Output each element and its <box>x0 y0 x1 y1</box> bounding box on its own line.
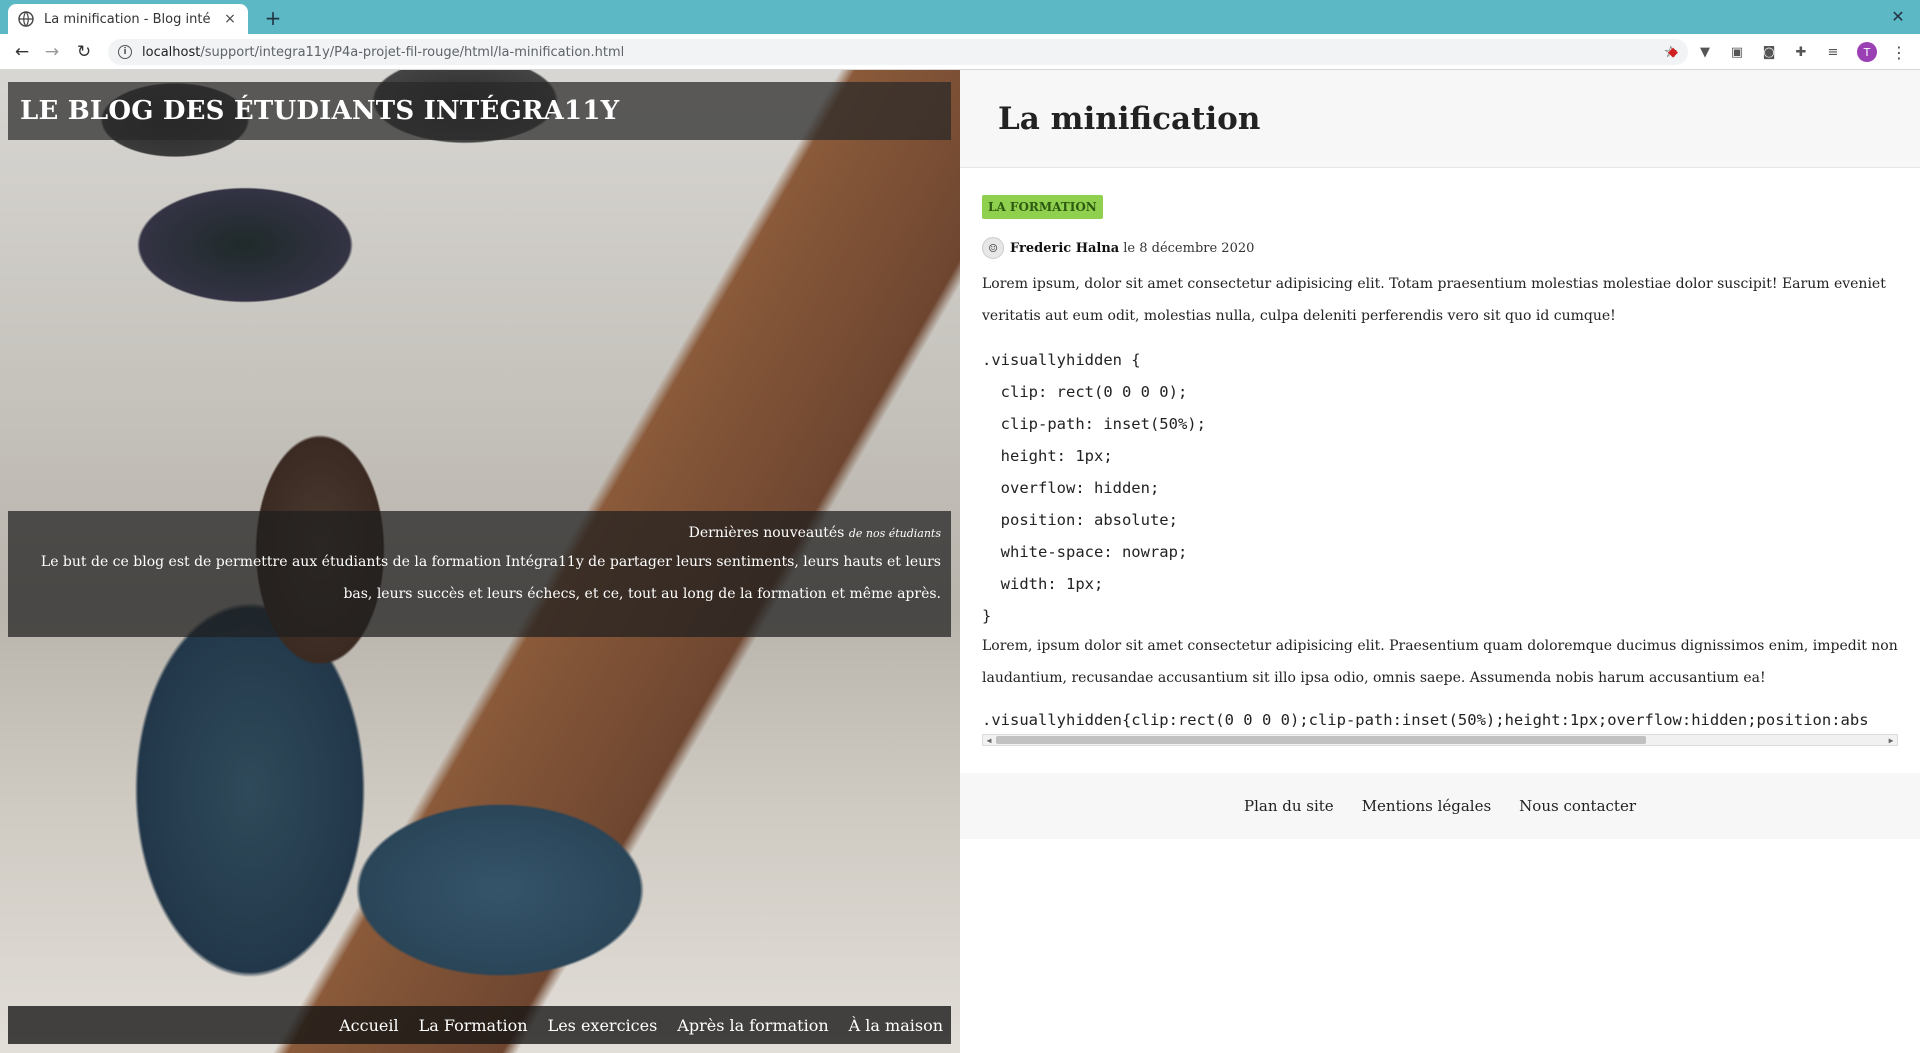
scroll-left-icon[interactable]: ◀ <box>983 735 995 745</box>
puzzle-icon[interactable]: ✚ <box>1792 43 1810 61</box>
nav-link-accueil[interactable]: Accueil <box>339 1016 398 1035</box>
footer-link-mentions-legales[interactable]: Mentions légales <box>1362 797 1491 815</box>
code-line: clip-path: inset(50%); <box>982 415 1206 433</box>
profile-avatar[interactable]: T <box>1857 42 1877 62</box>
article-title: La minification <box>998 100 1261 137</box>
article: La minification LA FORMATION ☺ Frederic … <box>960 70 1920 1053</box>
hero-caption: Dernières nouveautés de nos étudiants Le… <box>8 511 951 637</box>
window-close-icon[interactable]: ✕ <box>1888 6 1908 26</box>
author-name: Frederic Halna <box>1010 240 1120 256</box>
code-block: .visuallyhidden { clip: rect(0 0 0 0); c… <box>982 344 1898 632</box>
code-line: overflow: hidden; <box>982 479 1160 497</box>
camera-icon[interactable]: ◙ <box>1760 43 1778 61</box>
author-avatar: ☺ <box>982 237 1004 259</box>
caption-body: Le but de ce blog est de permettre aux é… <box>40 554 941 602</box>
site-header: LE BLOG DES ÉTUDIANTS INTÉGRA11Y <box>8 82 951 140</box>
site-footer: Plan du site Mentions légales Nous conta… <box>960 773 1920 839</box>
back-icon[interactable]: ← <box>10 41 34 63</box>
article-paragraph-2: Lorem, ipsum dolor sit amet consectetur … <box>982 638 1898 686</box>
url-path: /support/integra11y/P4a-projet-fil-rouge… <box>200 44 625 60</box>
site-info-icon[interactable]: i <box>118 45 132 59</box>
browser-tab-bar: La minification - Blog inté × + ✕ <box>0 0 1920 34</box>
nav-link-apres-la-formation[interactable]: Après la formation <box>677 1016 828 1035</box>
reload-icon[interactable]: ↻ <box>72 41 96 63</box>
hero-image: LE BLOG DES ÉTUDIANTS INTÉGRA11Y Dernièr… <box>0 70 960 1053</box>
footer-link-nous-contacter[interactable]: Nous contacter <box>1519 797 1636 815</box>
caption-emphasis: de nos étudiants <box>848 527 941 540</box>
blog-title[interactable]: LE BLOG DES ÉTUDIANTS INTÉGRA11Y <box>20 96 619 126</box>
minified-code: .visuallyhidden{clip:rect(0 0 0 0);clip-… <box>982 711 1869 729</box>
url-host: localhost <box>142 44 201 60</box>
nav-link-a-la-maison[interactable]: À la maison <box>849 1016 943 1035</box>
tab-title: La minification - Blog inté <box>44 11 211 27</box>
category-tag[interactable]: LA FORMATION <box>982 195 1103 219</box>
browser-menu-icon[interactable]: ⋮ <box>1891 42 1907 62</box>
browser-tab[interactable]: La minification - Blog inté × <box>8 4 248 34</box>
nav-link-la-formation[interactable]: La Formation <box>419 1016 528 1035</box>
code-line: } <box>982 607 992 625</box>
address-bar[interactable]: i localhost/support/integra11y/P4a-proje… <box>108 39 1688 65</box>
code-line: .visuallyhidden { <box>982 351 1141 369</box>
new-tab-button[interactable]: + <box>260 6 286 30</box>
horizontal-scrollbar[interactable]: ◀ ▶ <box>982 734 1898 746</box>
author-row: ☺ Frederic Halna le 8 décembre 2020 <box>982 236 1254 260</box>
scrollbar-thumb[interactable] <box>996 736 1646 744</box>
tab-close-icon[interactable]: × <box>222 11 238 27</box>
caption-heading: Dernières nouveautés de nos étudiants <box>22 523 941 544</box>
code-line: white-space: nowrap; <box>982 543 1188 561</box>
code-line: width: 1px; <box>982 575 1104 593</box>
code-line: position: absolute; <box>982 511 1178 529</box>
globe-icon <box>18 11 34 27</box>
article-paragraph-1: Lorem ipsum, dolor sit amet consectetur … <box>982 276 1886 324</box>
code-line: height: 1px; <box>982 447 1113 465</box>
extension-red-icon[interactable]: ◆ <box>1664 43 1682 61</box>
main-nav: Accueil La Formation Les exercices Après… <box>8 1006 951 1044</box>
scroll-right-icon[interactable]: ▶ <box>1885 735 1897 745</box>
forward-icon[interactable]: → <box>40 41 64 63</box>
browser-toolbar: ← → ↻ i localhost/support/integra11y/P4a… <box>0 34 1920 70</box>
caption-heading-text: Dernières nouveautés <box>688 525 845 541</box>
page: LE BLOG DES ÉTUDIANTS INTÉGRA11Y Dernièr… <box>0 70 1920 1053</box>
media-queue-icon[interactable]: ≡ <box>1824 43 1842 61</box>
article-header: La minification <box>960 70 1920 168</box>
minified-code-block[interactable]: .visuallyhidden{clip:rect(0 0 0 0);clip-… <box>982 704 1898 748</box>
extension-v-icon[interactable]: ▼ <box>1696 43 1714 61</box>
code-line: clip: rect(0 0 0 0); <box>982 383 1188 401</box>
nav-link-les-exercices[interactable]: Les exercices <box>548 1016 658 1035</box>
extension-frame-icon[interactable]: ▣ <box>1728 43 1746 61</box>
publish-date: le 8 décembre 2020 <box>1123 240 1255 256</box>
footer-link-plan-du-site[interactable]: Plan du site <box>1244 797 1334 815</box>
